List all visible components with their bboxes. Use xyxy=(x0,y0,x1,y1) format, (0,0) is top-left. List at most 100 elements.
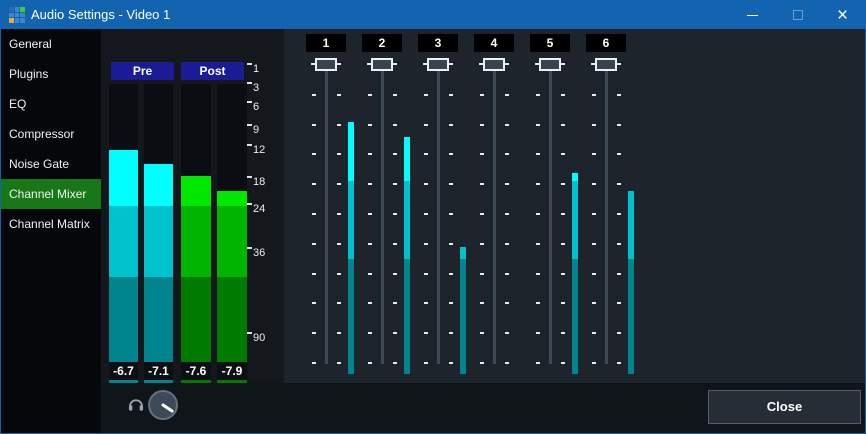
channel-1-scale-tick xyxy=(337,362,341,364)
channel-5-fader-track[interactable] xyxy=(549,71,552,364)
channel-3-scale-tick xyxy=(449,124,453,126)
scale-label-9: 9 xyxy=(253,125,275,136)
channel-4-scale-tick xyxy=(505,243,509,245)
channel-5-scale-tick xyxy=(561,153,565,155)
window-title: Audio Settings - Video 1 xyxy=(31,1,170,29)
scale-tick-9 xyxy=(247,124,252,126)
sidebar-item-channel-mixer[interactable]: Channel Mixer xyxy=(1,179,101,209)
channel-4-fader-handle[interactable] xyxy=(483,58,505,71)
channel-5-scale-tick xyxy=(561,213,565,215)
channel-5-header[interactable]: 5 xyxy=(530,34,570,52)
channel-4-scale-tick xyxy=(480,94,484,96)
bottom-bar: Close xyxy=(101,383,866,434)
channel-4-scale-tick xyxy=(480,332,484,334)
scale-tick-24 xyxy=(247,203,252,205)
channel-5-fader-handle[interactable] xyxy=(539,58,561,71)
channel-5-scale-tick xyxy=(561,273,565,275)
channel-6-scale-tick xyxy=(617,362,621,364)
channel-2-header[interactable]: 2 xyxy=(362,34,402,52)
channel-6-scale-tick xyxy=(592,183,596,185)
channel-4-scale-tick xyxy=(480,243,484,245)
channel-1-scale-tick xyxy=(337,273,341,275)
meter-panel: dBFS PrePost-6.7-7.1-7.6-7.9136912182436… xyxy=(101,29,284,383)
channel-1-scale-tick xyxy=(337,183,341,185)
post-meter-2-fill xyxy=(217,191,247,206)
channel-2-scale-tick xyxy=(393,94,397,96)
channel-1-header[interactable]: 1 xyxy=(306,34,346,52)
post-meter-1-fill xyxy=(181,206,211,277)
minimize-button[interactable] xyxy=(730,1,775,29)
channel-2-scale-tick xyxy=(368,153,372,155)
channel-6-fader-handle[interactable] xyxy=(595,58,617,71)
post-meter-2-fill xyxy=(217,206,247,277)
channel-4-scale-tick xyxy=(480,153,484,155)
channel-1-fader-track[interactable] xyxy=(325,71,328,364)
channel-2-scale-tick xyxy=(368,302,372,304)
headphone-volume-knob[interactable] xyxy=(148,390,178,420)
channel-3-fader-track[interactable] xyxy=(437,71,440,364)
channel-2-scale-tick xyxy=(368,124,372,126)
channel-6-scale-tick xyxy=(617,302,621,304)
channel-6-scale-tick xyxy=(592,124,596,126)
channel-2-scale-tick xyxy=(393,362,397,364)
channel-4-scale-tick xyxy=(505,213,509,215)
channel-2-meter-fill xyxy=(404,181,410,259)
channel-3-fader-handle[interactable] xyxy=(427,58,449,71)
sidebar-item-plugins[interactable]: Plugins xyxy=(1,59,101,89)
channel-3-handle-tick xyxy=(449,63,453,65)
scale-tick-12 xyxy=(247,144,252,146)
channel-3-scale-tick xyxy=(449,213,453,215)
channel-4-scale-tick xyxy=(480,213,484,215)
channel-6-scale-tick xyxy=(592,243,596,245)
channel-3-scale-tick xyxy=(449,332,453,334)
close-window-button[interactable]: × xyxy=(820,1,865,29)
channel-4-fader-track[interactable] xyxy=(493,71,496,364)
scale-label-36: 36 xyxy=(253,248,275,259)
channel-6-header[interactable]: 6 xyxy=(586,34,626,52)
titlebar[interactable]: Audio Settings - Video 1 × xyxy=(1,1,865,29)
channel-2-scale-tick xyxy=(393,183,397,185)
channel-5-meter-fill xyxy=(572,181,578,259)
maximize-icon xyxy=(793,10,803,20)
sidebar-item-eq[interactable]: EQ xyxy=(1,89,101,119)
sidebar-item-compressor[interactable]: Compressor xyxy=(1,119,101,149)
scale-label-12: 12 xyxy=(253,145,275,156)
channel-2-fader-handle[interactable] xyxy=(371,58,393,71)
post-button[interactable]: Post xyxy=(181,62,244,80)
channel-2-handle-tick xyxy=(393,63,397,65)
channel-4-header[interactable]: 4 xyxy=(474,34,514,52)
channel-6-fader-track[interactable] xyxy=(605,71,608,364)
post-meter-1-fill xyxy=(181,176,211,206)
pre-meter-1-fill xyxy=(109,150,138,206)
scale-label-3: 3 xyxy=(253,83,275,94)
channel-2-fader-track[interactable] xyxy=(381,71,384,364)
channel-4-scale-tick xyxy=(505,153,509,155)
channel-5-meter-fill xyxy=(572,259,578,374)
sidebar-item-general[interactable]: General xyxy=(1,29,101,59)
channel-6-meter-fill xyxy=(628,191,634,259)
sidebar-item-noise-gate[interactable]: Noise Gate xyxy=(1,149,101,179)
channel-3-header[interactable]: 3 xyxy=(418,34,458,52)
channel-3-scale-tick xyxy=(449,153,453,155)
channel-2-scale-tick xyxy=(393,153,397,155)
channel-5-scale-tick xyxy=(536,124,540,126)
maximize-button[interactable] xyxy=(775,1,820,29)
close-button[interactable]: Close xyxy=(708,390,861,424)
channel-6-scale-tick xyxy=(617,243,621,245)
channel-4-scale-tick xyxy=(505,94,509,96)
channel-6-scale-tick xyxy=(592,94,596,96)
channel-6-scale-tick xyxy=(617,153,621,155)
sidebar-item-channel-matrix[interactable]: Channel Matrix xyxy=(1,209,101,239)
channel-2-scale-tick xyxy=(393,124,397,126)
channel-3-scale-tick xyxy=(424,362,428,364)
close-icon: × xyxy=(837,6,848,25)
channel-3-meter-fill xyxy=(460,247,466,259)
channel-3-scale-tick xyxy=(424,183,428,185)
channel-1-scale-tick xyxy=(337,332,341,334)
channel-5-scale-tick xyxy=(536,183,540,185)
pre-button[interactable]: Pre xyxy=(111,62,174,80)
channel-1-fader-handle[interactable] xyxy=(315,58,337,71)
channel-6-scale-tick xyxy=(592,332,596,334)
channel-5-scale-tick xyxy=(561,362,565,364)
post-level-value: -7.6 xyxy=(181,362,211,380)
